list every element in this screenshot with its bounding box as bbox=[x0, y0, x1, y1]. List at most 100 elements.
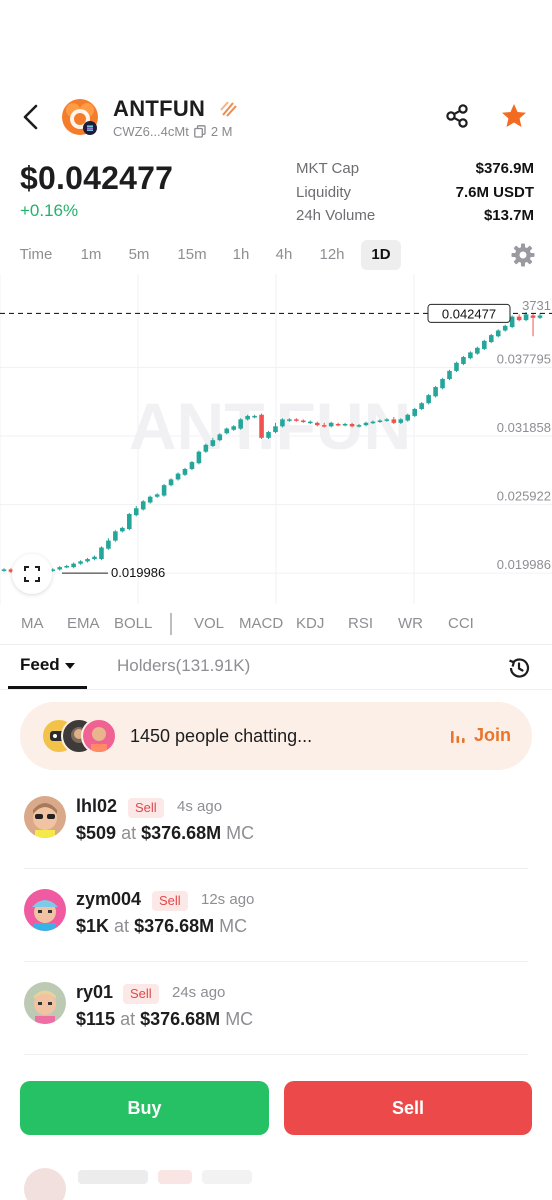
join-label: Join bbox=[474, 725, 512, 745]
indicator-cci[interactable]: CCI bbox=[448, 610, 474, 638]
copy-icon[interactable] bbox=[193, 125, 206, 138]
token-header: ANTFUN CWZ6...4cMt 2 M bbox=[0, 92, 552, 146]
candle-body bbox=[189, 462, 195, 470]
history-button[interactable] bbox=[506, 655, 532, 681]
price-change: +0.16% bbox=[20, 201, 79, 220]
feed-item[interactable]: ry01 Sell 24s ago $115 at $376.68M MC bbox=[0, 982, 552, 1072]
candle-body bbox=[287, 419, 292, 421]
indicator-ema[interactable]: EMA bbox=[67, 610, 100, 638]
candle-body bbox=[384, 419, 390, 421]
trade-mc: $376.68M bbox=[134, 916, 215, 936]
candle-body bbox=[175, 473, 181, 480]
feed-time: 4s ago bbox=[177, 798, 223, 815]
candle-body bbox=[523, 314, 529, 321]
indicator-ma[interactable]: MA bbox=[21, 610, 44, 638]
indicator-vol[interactable]: VOL bbox=[194, 610, 224, 638]
token-address-row: CWZ6...4cMt 2 M bbox=[113, 124, 233, 139]
avatar bbox=[81, 718, 117, 754]
price-chart[interactable]: ANT.FUN 0.037795 0.031858 0.025922 0.019986… bbox=[0, 274, 552, 604]
buy-button[interactable]: Buy bbox=[20, 1081, 269, 1135]
y-tick-label: 0.019986 bbox=[497, 557, 551, 572]
y-tick-label: 0.025922 bbox=[497, 489, 551, 504]
trade-mc: $376.68M bbox=[140, 1009, 221, 1029]
avatar bbox=[24, 889, 66, 931]
expand-icon bbox=[24, 566, 40, 582]
tab-holders[interactable]: Holders(131.91K) bbox=[117, 656, 250, 676]
caret-down-icon bbox=[64, 662, 75, 669]
tab-15m[interactable]: 15m bbox=[168, 240, 216, 270]
stat-label: Liquidity bbox=[296, 183, 352, 201]
feed-username[interactable]: zym004 bbox=[76, 889, 141, 910]
candle-body bbox=[349, 423, 355, 427]
chat-count-text: 1450 people chatting... bbox=[130, 726, 313, 746]
feed-item[interactable]: zym004 Sell 12s ago $1K at $376.68M MC bbox=[0, 889, 552, 979]
indicator-macd[interactable]: MACD bbox=[239, 610, 283, 638]
back-button[interactable] bbox=[18, 100, 46, 134]
stat-value: 7.6M USDT bbox=[455, 183, 534, 201]
candle-body bbox=[398, 419, 404, 423]
market-stats: MKT Cap $376.9M Liquidity 7.6M USDT 24h … bbox=[296, 160, 534, 231]
candle-body bbox=[321, 425, 327, 427]
feed-item[interactable]: lhl02 Sell 4s ago $509 at $376.68M MC bbox=[0, 796, 552, 886]
current-price: $0.042477 bbox=[20, 160, 174, 196]
candle-body bbox=[224, 428, 230, 434]
star-icon bbox=[502, 104, 526, 127]
tab-1h[interactable]: 1h bbox=[222, 240, 260, 270]
candle-body bbox=[335, 423, 341, 426]
indicator-boll[interactable]: BOLL bbox=[114, 610, 152, 638]
candle-body bbox=[57, 567, 62, 570]
chart-watermark: ANT.FUN bbox=[129, 389, 411, 463]
sell-button[interactable]: Sell bbox=[284, 1081, 532, 1135]
share-icon bbox=[446, 104, 468, 128]
candle-body bbox=[113, 531, 118, 541]
candle-body bbox=[426, 395, 431, 404]
candle-body bbox=[461, 357, 466, 364]
stat-mkt-cap: MKT Cap $376.9M bbox=[296, 160, 534, 184]
candle-body bbox=[168, 479, 174, 486]
candle-body bbox=[71, 563, 76, 568]
chat-banner[interactable]: 1450 people chatting... Join bbox=[20, 702, 532, 770]
candle-body bbox=[259, 414, 264, 438]
share-button[interactable] bbox=[443, 102, 471, 130]
candle-body bbox=[154, 494, 160, 497]
candle-body bbox=[419, 403, 424, 409]
candle-body bbox=[120, 527, 125, 532]
indicator-wr[interactable]: WR bbox=[398, 610, 423, 638]
tab-1d[interactable]: 1D bbox=[361, 240, 401, 270]
candle-body bbox=[475, 347, 480, 354]
indicator-kdj[interactable]: KDJ bbox=[296, 610, 324, 638]
fullscreen-button[interactable] bbox=[12, 554, 52, 594]
tab-1m[interactable]: 1m bbox=[70, 240, 112, 270]
feed-trade-detail: $1K at $376.68M MC bbox=[76, 916, 247, 937]
stat-label: 24h Volume bbox=[296, 207, 376, 224]
tab-4h[interactable]: 4h bbox=[265, 240, 303, 270]
tab-5m[interactable]: 5m bbox=[118, 240, 160, 270]
indicator-rsi[interactable]: RSI bbox=[348, 610, 373, 638]
candle-body bbox=[106, 540, 111, 549]
candle-body bbox=[447, 370, 452, 379]
candle-body bbox=[99, 547, 104, 560]
tab-time[interactable]: Time bbox=[10, 240, 62, 270]
candlestick-chart[interactable]: ANT.FUN 0.037795 0.031858 0.025922 0.019986… bbox=[0, 274, 552, 604]
join-chat-button[interactable]: Join bbox=[450, 725, 511, 746]
feed-username[interactable]: lhl02 bbox=[76, 796, 117, 817]
candle-body bbox=[252, 415, 257, 418]
candle-body bbox=[85, 559, 90, 562]
divider bbox=[24, 1054, 528, 1055]
trade-at: at bbox=[121, 823, 137, 843]
stat-value: $13.7M bbox=[483, 207, 534, 224]
tab-feed[interactable]: Feed bbox=[20, 655, 75, 675]
token-logo bbox=[60, 97, 100, 137]
chart-settings-button[interactable] bbox=[510, 242, 536, 268]
candle-body bbox=[391, 419, 397, 423]
favorite-button[interactable] bbox=[499, 101, 529, 131]
candle-body bbox=[294, 419, 299, 421]
sell-badge: Sell bbox=[123, 984, 159, 1004]
stat-value: $376.9M bbox=[475, 160, 534, 177]
candle-body bbox=[377, 420, 383, 423]
stat-liquidity: Liquidity 7.6M USDT bbox=[296, 184, 534, 208]
trade-mc: $376.68M bbox=[141, 823, 222, 843]
tab-12h[interactable]: 12h bbox=[310, 240, 354, 270]
candle-body bbox=[161, 485, 167, 496]
feed-username[interactable]: ry01 bbox=[76, 982, 113, 1003]
